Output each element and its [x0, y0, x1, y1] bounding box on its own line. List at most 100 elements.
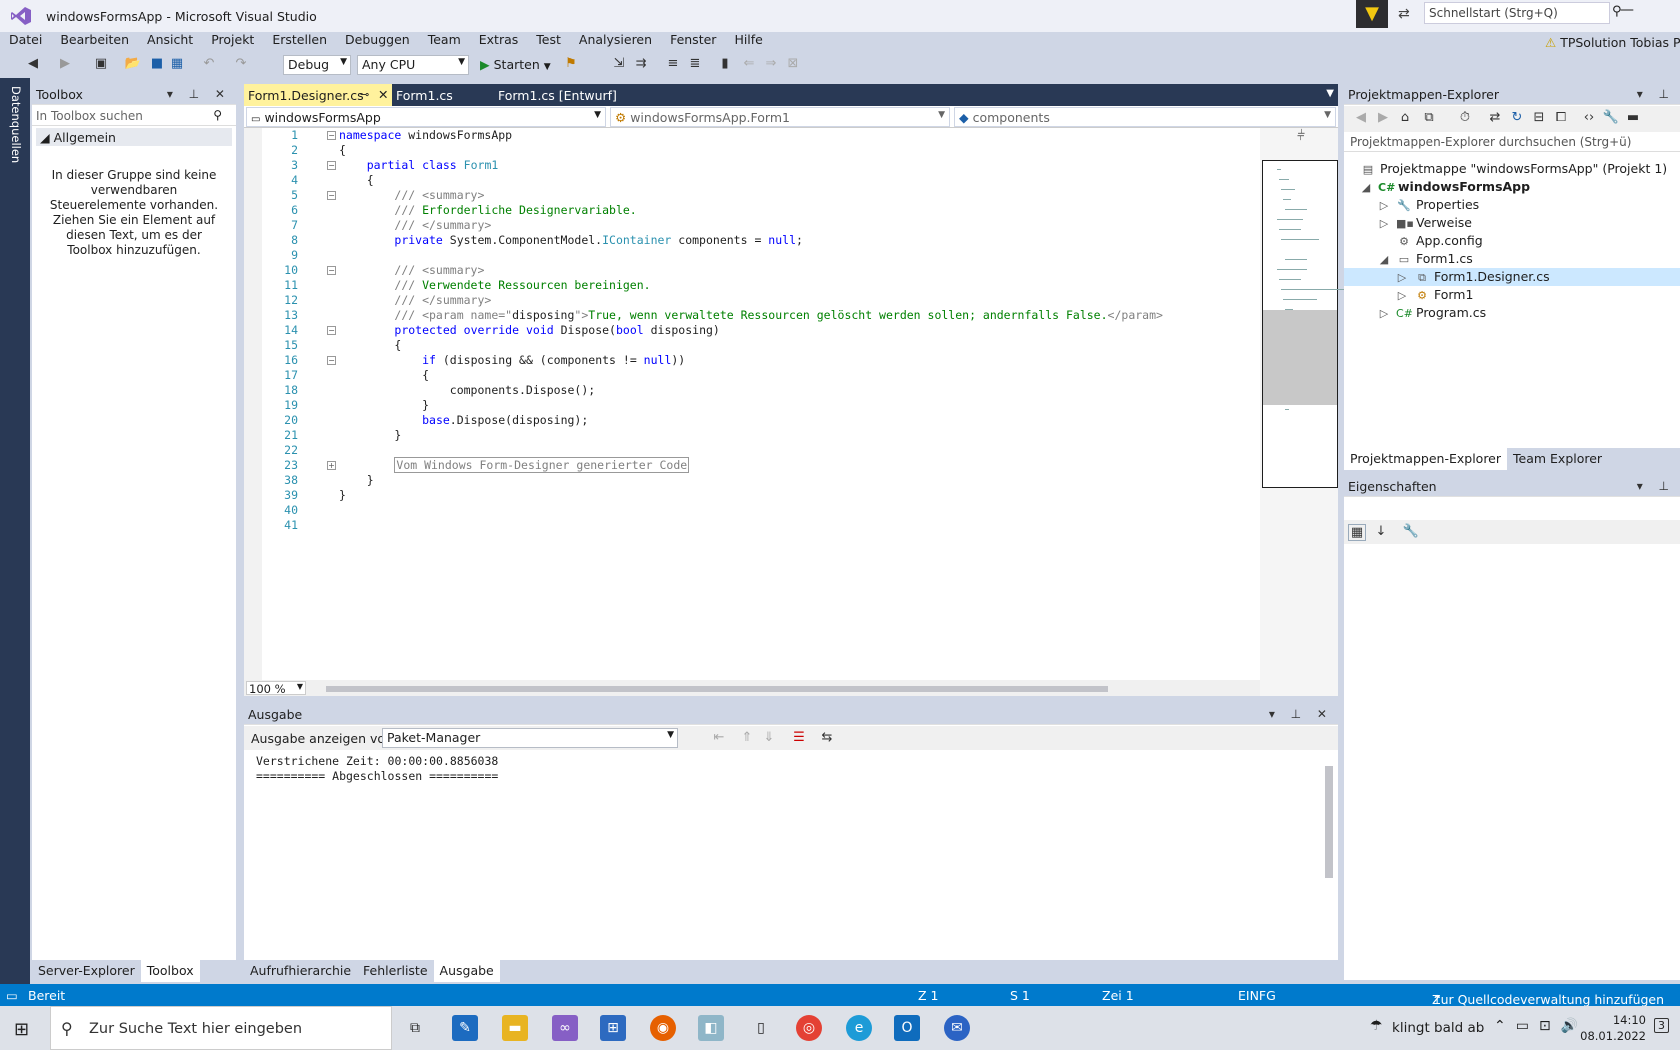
output-text[interactable]: Verstrichene Zeit: 00:00:00.8856038 =====…	[256, 754, 498, 784]
property-pages-icon[interactable]: 🔧	[1402, 524, 1420, 539]
quick-launch-input[interactable]: Schnellstart (Strg+Q)	[1424, 2, 1610, 24]
prev-bookmark-icon[interactable]: ⇐	[740, 56, 758, 71]
view-code-icon[interactable]: ‹›	[1580, 110, 1598, 125]
collapse-icon[interactable]: −	[327, 266, 336, 275]
firefox-icon[interactable]: ◉	[650, 1015, 676, 1041]
refresh-icon[interactable]: ↻	[1508, 110, 1526, 125]
code-editor[interactable]: 1 2 3 4 5 6 7 8 9 10 11 12 13 14 15 16 1…	[244, 128, 1260, 680]
platform-select[interactable]: Any CPU ▼	[357, 55, 469, 75]
feedback-icon[interactable]: ⇄	[1398, 6, 1410, 22]
collapse-icon[interactable]: −	[327, 191, 336, 200]
clear-all-icon[interactable]: ☰	[790, 730, 808, 745]
menu-fenster[interactable]: Fenster	[661, 32, 725, 52]
outlook-icon[interactable]: O	[894, 1015, 920, 1041]
chrome-icon[interactable]: ◎	[796, 1015, 822, 1041]
step-into-icon[interactable]: ⇲	[610, 56, 628, 71]
menu-projekt[interactable]: Projekt	[202, 32, 263, 52]
new-project-icon[interactable]: ▣	[92, 56, 110, 71]
tab-server-explorer[interactable]: Server-Explorer	[32, 960, 141, 982]
goto-error-icon[interactable]: ⇤	[710, 730, 728, 745]
tab-form1-cs[interactable]: Form1.cs	[392, 84, 488, 106]
notification-filter-icon[interactable]: ▼	[1356, 0, 1388, 28]
back-icon[interactable]: ◀	[1352, 110, 1370, 125]
next-message-icon[interactable]: ⇓	[760, 730, 778, 745]
tree-form1-cs[interactable]: ◢ ▭ Form1.cs	[1376, 250, 1473, 268]
back-icon[interactable]: ◀	[24, 56, 42, 71]
solution-search-input[interactable]: Projektmappen-Explorer durchsuchen (Strg…	[1344, 132, 1680, 152]
menu-ansicht[interactable]: Ansicht	[138, 32, 202, 52]
bookmark-icon[interactable]: ▮	[716, 56, 734, 71]
menu-erstellen[interactable]: Erstellen	[263, 32, 336, 52]
horizontal-scroll-thumb[interactable]	[326, 686, 1108, 692]
edge-icon[interactable]: e	[846, 1015, 872, 1041]
taskbar-clock[interactable]: 14:10 08.01.2022	[1566, 1012, 1646, 1044]
zoom-select[interactable]: 100 % ▼	[246, 681, 306, 696]
tab-form1-design[interactable]: Form1.cs [Entwurf]	[494, 84, 644, 106]
phone-icon[interactable]: ▯	[748, 1015, 774, 1041]
output-scroll-thumb[interactable]	[1325, 766, 1333, 878]
tab-ausgabe[interactable]: Ausgabe	[433, 960, 500, 982]
collapse-all-icon[interactable]: ⊟	[1530, 110, 1548, 125]
save-all-icon[interactable]: ▦	[168, 56, 186, 71]
pending-changes-icon[interactable]: ⏱	[1456, 110, 1474, 125]
panel-controls[interactable]: ▾ ⊥ ✕	[167, 87, 231, 101]
taskbar-search-input[interactable]: ⚲ Zur Suche Text hier eingeben	[50, 1006, 392, 1050]
account-area[interactable]: ⚠ TPSolution Tobias Pet	[1545, 35, 1680, 50]
save-icon[interactable]: ■	[148, 56, 166, 71]
preview-icon[interactable]: ▬	[1624, 110, 1642, 125]
sync-icon[interactable]: ⇄	[1486, 110, 1504, 125]
indent-icon[interactable]: ≡	[664, 56, 682, 71]
minimize-button[interactable]: —	[1620, 2, 1634, 18]
start-button[interactable]: ▶ Starten ▼	[480, 57, 551, 72]
configuration-select[interactable]: Debug ▼	[283, 55, 351, 75]
tab-toolbox[interactable]: Toolbox	[140, 960, 200, 982]
minimap-viewport[interactable]	[1263, 310, 1337, 405]
menu-bearbeiten[interactable]: Bearbeiten	[51, 32, 138, 52]
menu-test[interactable]: Test	[527, 32, 570, 52]
project-nav-select[interactable]: ▭ windowsFormsApp ▼	[246, 107, 606, 127]
show-all-files-icon[interactable]: ⧠	[1552, 110, 1570, 125]
store-icon[interactable]: ⊞	[600, 1015, 626, 1041]
output-source-select[interactable]: Paket-Manager ▼	[382, 728, 678, 748]
close-icon[interactable]: ✕	[378, 87, 388, 102]
type-nav-select[interactable]: ⚙ windowsFormsApp.Form1 ▼	[610, 107, 950, 127]
menu-extras[interactable]: Extras	[470, 32, 528, 52]
switch-views-icon[interactable]: ⧉	[1420, 110, 1438, 125]
snipping-tool-icon[interactable]: ✎	[452, 1015, 478, 1041]
step-over-icon[interactable]: ⇉	[632, 56, 650, 71]
collapse-icon[interactable]: −	[327, 356, 336, 365]
collapse-icon[interactable]: −	[327, 161, 336, 170]
categorized-icon[interactable]: ▦	[1348, 524, 1366, 541]
panel-controls[interactable]: ▾ ⊥	[1637, 479, 1675, 493]
tree-project[interactable]: ◢ C# windowsFormsApp	[1358, 178, 1530, 196]
pin-icon[interactable]: ⊸	[360, 88, 369, 101]
output-scrollbar[interactable]	[1322, 752, 1336, 944]
prev-message-icon[interactable]: ⇑	[738, 730, 756, 745]
menu-hilfe[interactable]: Hilfe	[725, 32, 771, 52]
tree-properties[interactable]: ▷ 🔧 Properties	[1376, 196, 1479, 214]
tree-app-config[interactable]: ⚙ App.config	[1396, 232, 1483, 250]
thunderbird-icon[interactable]: ✉	[944, 1015, 970, 1041]
tree-program-cs[interactable]: ▷ C# Program.cs	[1376, 304, 1486, 322]
word-wrap-icon[interactable]: ⇆	[818, 730, 836, 745]
tree-form1-designer[interactable]: ▷ ⧉ Form1.Designer.cs	[1394, 268, 1550, 286]
weather-text[interactable]: klingt bald ab	[1392, 1020, 1484, 1036]
split-window-icon[interactable]: ⫩	[1266, 128, 1336, 144]
diagnostics-icon[interactable]: ⚑	[562, 56, 580, 71]
home-icon[interactable]: ⌂	[1396, 110, 1414, 125]
undo-icon[interactable]: ↶	[200, 56, 218, 71]
menu-analysieren[interactable]: Analysieren	[570, 32, 661, 52]
tab-aufrufhierarchie[interactable]: Aufrufhierarchie	[244, 960, 357, 982]
collapse-icon[interactable]: −	[327, 326, 336, 335]
panel-controls[interactable]: ▾ ⊥ ✕	[1269, 707, 1333, 721]
collapsed-region[interactable]: Vom Windows Form-Designer generierter Co…	[394, 457, 690, 473]
file-explorer-icon[interactable]: ▬	[502, 1015, 528, 1041]
alphabetical-icon[interactable]: ↓	[1372, 524, 1390, 539]
tab-solution-explorer[interactable]: Projektmappen-Explorer	[1344, 448, 1508, 470]
clear-bookmarks-icon[interactable]: ⊠	[784, 56, 802, 71]
next-bookmark-icon[interactable]: ⇒	[762, 56, 780, 71]
tab-fehlerliste[interactable]: Fehlerliste	[357, 960, 433, 982]
notification-center-icon[interactable]: 3	[1654, 1018, 1669, 1033]
visual-studio-taskbar-icon[interactable]: ∞	[552, 1015, 578, 1041]
windows-start-icon[interactable]: ⊞	[14, 1019, 29, 1040]
